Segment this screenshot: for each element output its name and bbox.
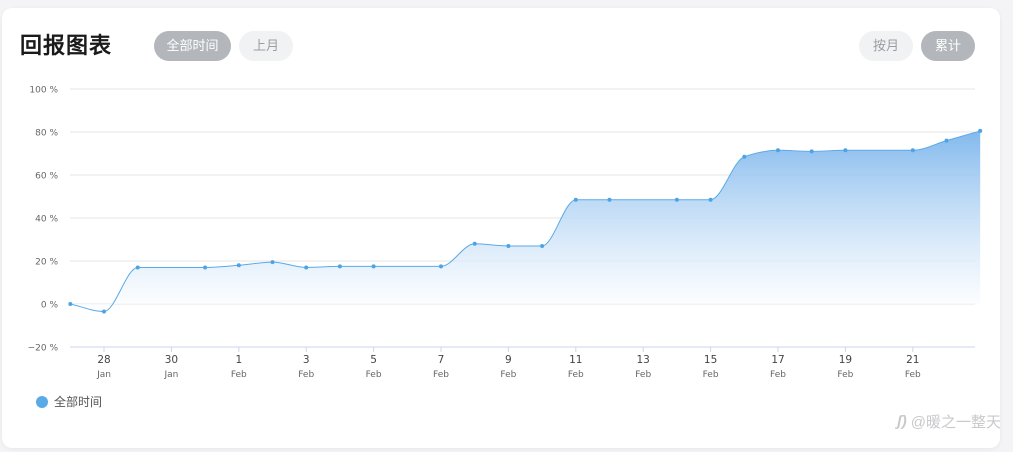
data-point xyxy=(978,128,983,133)
x-tick-day-label: 9 xyxy=(505,354,512,366)
x-tick-month-label: Feb xyxy=(231,370,247,380)
y-tick-label: 0 % xyxy=(41,301,59,311)
x-tick-day-label: 5 xyxy=(370,354,377,366)
data-point xyxy=(776,148,780,153)
data-point xyxy=(472,241,477,246)
x-tick-month-label: Feb xyxy=(500,370,516,380)
x-tick-day-label: 13 xyxy=(637,354,650,366)
data-point xyxy=(809,149,814,154)
data-point xyxy=(102,309,106,314)
data-point xyxy=(708,197,713,202)
chart-legend[interactable]: 全部时间 xyxy=(36,393,102,410)
x-tick-month-label: Feb xyxy=(635,370,651,380)
y-tick-label: 100 % xyxy=(29,86,58,96)
x-tick-day-label: 17 xyxy=(771,354,784,366)
watermark-text: @暖之一整天 xyxy=(910,414,1001,431)
data-point xyxy=(540,243,545,248)
x-tick-month-label: Feb xyxy=(568,370,584,380)
x-tick-month-label: Feb xyxy=(837,370,853,380)
x-tick-day-label: 3 xyxy=(303,354,310,366)
x-tick-month-label: Feb xyxy=(433,370,449,380)
data-point xyxy=(270,260,275,265)
y-tick-label: −20 % xyxy=(28,344,59,354)
x-tick-day-label: 7 xyxy=(438,354,445,366)
legend-series-marker xyxy=(36,395,48,408)
data-point xyxy=(944,138,949,143)
y-tick-label: 20 % xyxy=(35,258,58,268)
data-point xyxy=(236,263,241,268)
x-tick-month-label: Feb xyxy=(366,370,382,380)
y-tick-label: 60 % xyxy=(35,172,58,182)
returns-area-chart: 100 % 80 % 60 % 40 % 20 % 0 % −20 % 28 Jan 30 Jan 1… xyxy=(28,86,983,380)
x-tick-day-label: 1 xyxy=(235,354,242,366)
watermark: ʃ) @暖之一整天 xyxy=(897,411,1001,432)
data-point xyxy=(439,264,443,269)
x-tick-day-label: 30 xyxy=(165,354,178,366)
x-tick-day-label: 15 xyxy=(704,354,717,366)
data-point xyxy=(506,243,511,248)
data-point xyxy=(742,154,747,159)
x-tick-day-label: 11 xyxy=(569,354,582,366)
series-area-fill xyxy=(70,130,981,312)
x-tick-month-label: Jan xyxy=(163,370,178,380)
data-point xyxy=(607,197,612,202)
data-point xyxy=(304,265,309,270)
zhihu-logo-icon: ʃ) xyxy=(896,413,907,430)
data-point xyxy=(573,197,578,202)
y-tick-label: 80 % xyxy=(35,129,58,139)
x-tick-month-label: Jan xyxy=(96,370,111,380)
data-point xyxy=(910,148,915,153)
x-tick-day-label: 21 xyxy=(906,354,919,366)
data-point xyxy=(68,302,73,306)
legend-series-label: 全部时间 xyxy=(54,395,103,409)
data-point xyxy=(203,265,208,270)
x-tick-month-label: Feb xyxy=(703,370,719,380)
x-tick-month-label: Feb xyxy=(298,370,314,380)
x-tick-month-label: Feb xyxy=(905,370,921,380)
data-point xyxy=(843,148,848,153)
y-tick-label: 40 % xyxy=(35,215,58,225)
x-tick-day-label: 28 xyxy=(97,354,110,366)
data-point xyxy=(337,264,342,269)
x-tick-day-label: 19 xyxy=(839,354,852,366)
x-tick-month-label: Feb xyxy=(770,370,786,380)
data-point xyxy=(674,197,679,202)
data-point xyxy=(135,265,140,270)
data-point xyxy=(371,264,376,269)
